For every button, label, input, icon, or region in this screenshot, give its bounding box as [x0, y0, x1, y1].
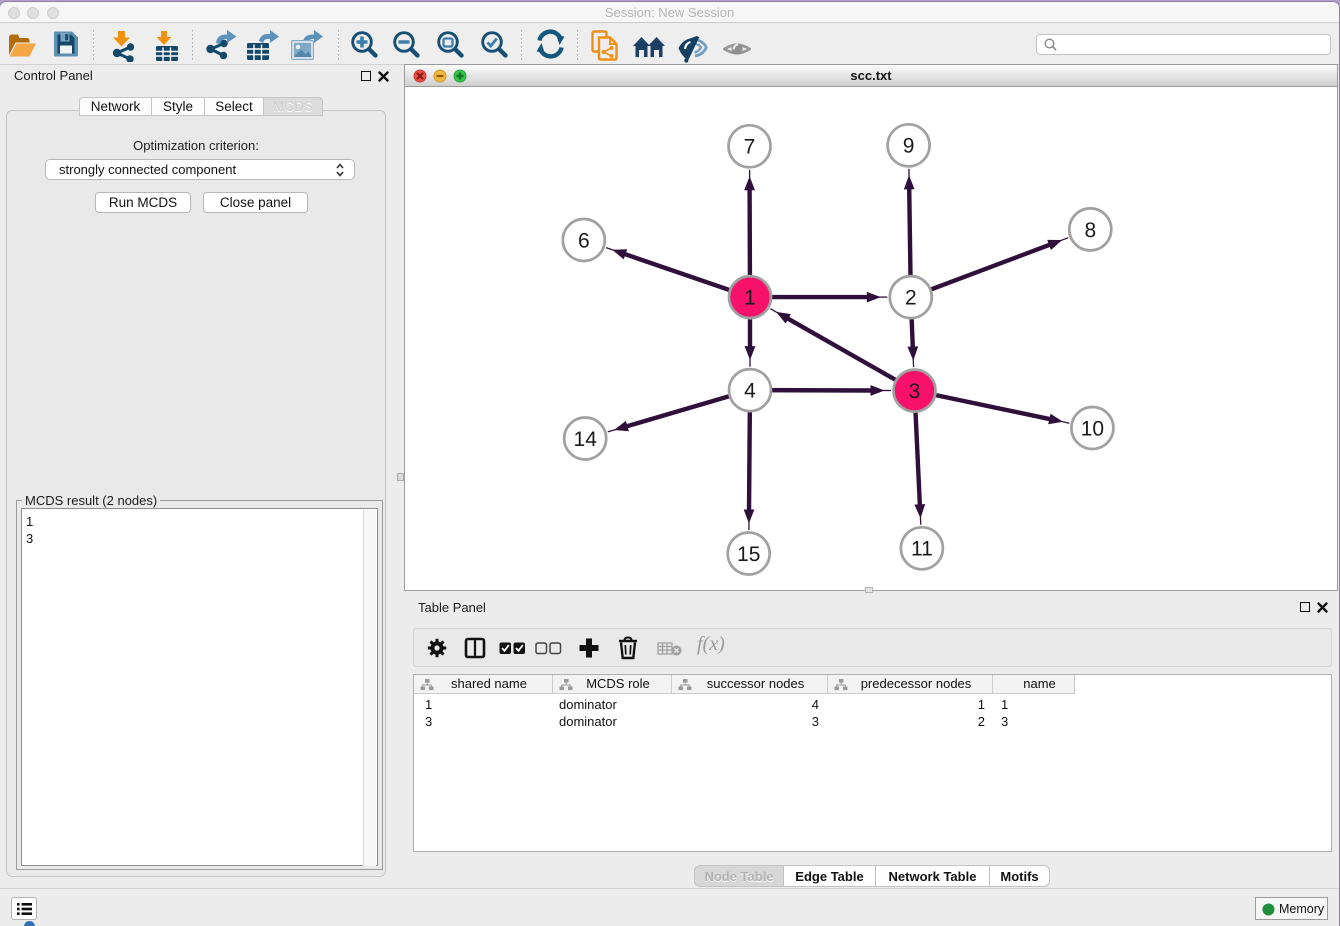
svg-text:2: 2	[905, 287, 917, 310]
svg-text:7: 7	[744, 136, 756, 159]
svg-text:6: 6	[578, 229, 590, 252]
svg-text:15: 15	[737, 543, 760, 566]
svg-text:9: 9	[903, 135, 915, 158]
svg-text:1: 1	[744, 287, 756, 310]
svg-text:10: 10	[1081, 417, 1104, 440]
svg-text:14: 14	[574, 428, 598, 451]
svg-text:11: 11	[911, 538, 933, 561]
svg-text:8: 8	[1084, 219, 1096, 242]
svg-text:3: 3	[909, 380, 921, 403]
svg-text:4: 4	[744, 380, 756, 403]
